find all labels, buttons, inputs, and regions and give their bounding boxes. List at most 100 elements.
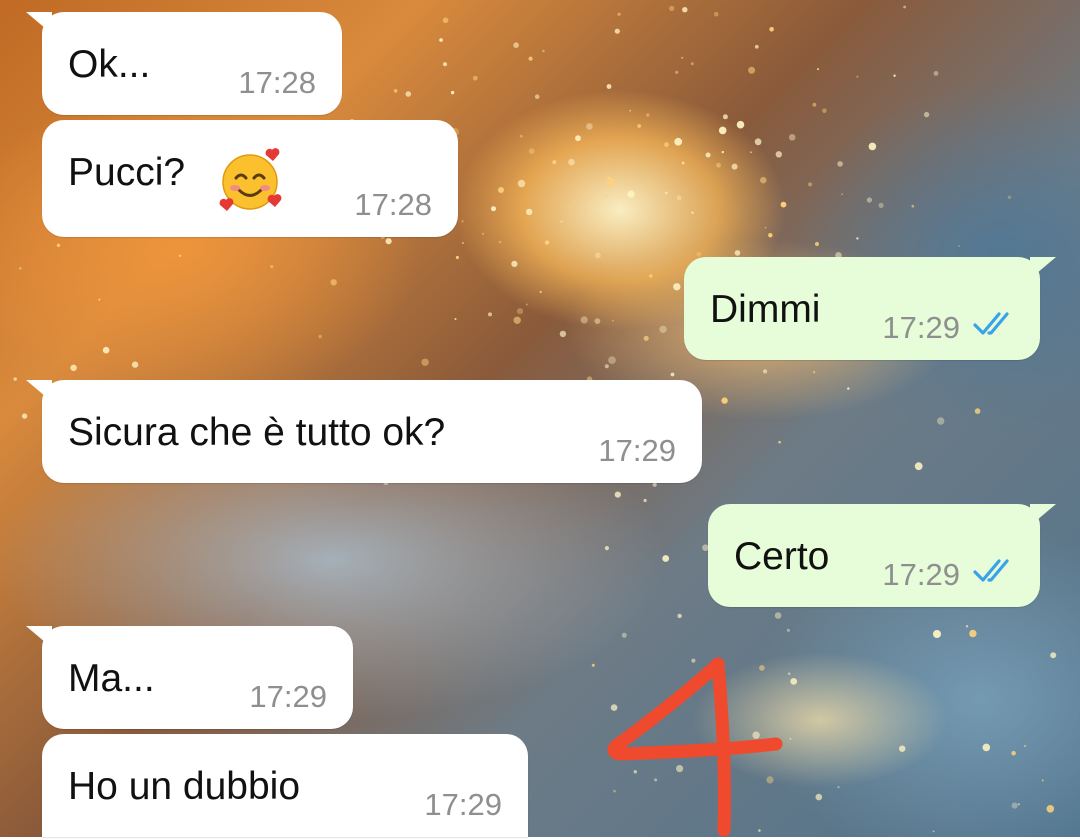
sparkle xyxy=(595,252,601,259)
sparkle xyxy=(498,187,504,193)
sparkle xyxy=(665,191,668,195)
sparkle xyxy=(421,358,429,366)
sparkle xyxy=(778,440,781,444)
message-bubble-incoming[interactable]: Ho un dubbio 17:29 xyxy=(42,734,528,837)
sparkle xyxy=(734,250,741,256)
sparkle xyxy=(1023,744,1027,748)
sparkle xyxy=(903,5,906,9)
sparkle xyxy=(722,114,728,120)
sparkle xyxy=(822,108,827,113)
sparkle xyxy=(812,102,817,107)
message-bubble-outgoing[interactable]: Dimmi 17:29 xyxy=(684,257,1056,360)
sparkle xyxy=(676,195,682,201)
sparkle xyxy=(393,89,398,93)
sparkle xyxy=(560,220,563,223)
message-bubble-incoming[interactable]: Sicura che è tutto ok? 17:29 xyxy=(26,380,702,483)
sparkle xyxy=(815,793,823,801)
message-text: Certo xyxy=(734,535,830,578)
sparkle xyxy=(513,316,521,324)
sparkle xyxy=(482,232,485,235)
sparkle xyxy=(568,158,575,166)
sparkle xyxy=(542,49,545,53)
message-time: 17:28 xyxy=(238,65,316,100)
read-receipt-icon xyxy=(973,312,1009,335)
sparkle xyxy=(958,245,960,248)
message-time: 17:29 xyxy=(882,310,960,345)
message-text: Sicura che è tutto ok? xyxy=(68,411,446,454)
sparkle xyxy=(649,274,653,278)
sparkle xyxy=(786,628,791,632)
sparkle xyxy=(517,179,526,188)
sparkle xyxy=(131,361,139,368)
sparkle xyxy=(841,193,843,196)
sparkle xyxy=(643,335,649,341)
sparkle xyxy=(586,123,593,130)
message-bubble-incoming[interactable]: Pucci? 17:28 xyxy=(42,120,458,237)
sparkle xyxy=(461,241,464,245)
sparkle xyxy=(814,241,820,247)
sparkle xyxy=(812,371,816,374)
message-bubble-incoming[interactable]: Ok... 17:28 xyxy=(26,12,342,115)
sparkle xyxy=(526,208,533,216)
sparkle xyxy=(659,325,667,333)
sparkle xyxy=(525,303,528,306)
sparkle xyxy=(837,161,843,167)
sparkle xyxy=(454,318,457,320)
sparkle xyxy=(21,413,28,419)
sparkle xyxy=(914,462,923,471)
message-text: Ok... xyxy=(68,43,151,86)
sparkle xyxy=(519,134,523,138)
sparkle xyxy=(513,42,519,48)
sparkle xyxy=(472,75,478,81)
message-bubble-outgoing[interactable]: Certo 17:29 xyxy=(708,504,1056,607)
sparkle xyxy=(19,267,22,270)
sparkle xyxy=(690,62,694,66)
sparkle xyxy=(612,319,614,322)
sparkle xyxy=(491,206,496,212)
sparkle xyxy=(662,555,670,562)
sparkle xyxy=(643,498,647,503)
sparkle xyxy=(933,630,941,638)
sparkle xyxy=(760,177,767,184)
sparkle xyxy=(763,369,768,374)
sparkle xyxy=(604,546,610,551)
sparkle xyxy=(498,240,502,244)
sparkle xyxy=(98,298,101,301)
sparkle xyxy=(629,109,631,112)
sparkle xyxy=(439,38,443,42)
sparkle xyxy=(617,12,621,16)
sparkle xyxy=(539,290,542,293)
sparkle xyxy=(461,220,464,223)
sparkle xyxy=(606,84,612,89)
sparkle xyxy=(591,663,595,667)
sparkle xyxy=(511,260,518,267)
read-receipt-icon xyxy=(973,559,1009,582)
sparkle xyxy=(856,237,859,240)
sparkle xyxy=(937,417,945,425)
sparkle xyxy=(965,625,969,628)
sparkle xyxy=(705,152,711,158)
sparkle xyxy=(608,356,616,364)
sparkle xyxy=(1011,802,1018,809)
sparkle xyxy=(721,397,728,404)
sparkle xyxy=(681,56,684,59)
sparkle xyxy=(1046,805,1055,813)
sparkle xyxy=(677,613,682,619)
sparkle xyxy=(718,126,727,135)
sparkle xyxy=(534,94,540,99)
sparkle xyxy=(780,201,787,208)
sparkle xyxy=(974,408,981,414)
sparkle xyxy=(318,334,322,339)
sparkle xyxy=(614,28,620,34)
message-text: Dimmi xyxy=(710,288,821,331)
sparkle xyxy=(969,629,977,638)
sparkle xyxy=(1007,195,1012,199)
sparkle xyxy=(674,137,683,146)
sparkle xyxy=(528,56,533,61)
message-bubble-incoming[interactable]: Ma... 17:29 xyxy=(26,626,353,729)
sparkle xyxy=(716,162,721,168)
sparkle xyxy=(575,135,581,142)
sparkle xyxy=(754,138,762,146)
sparkle xyxy=(788,134,796,141)
sparkle xyxy=(614,491,621,498)
